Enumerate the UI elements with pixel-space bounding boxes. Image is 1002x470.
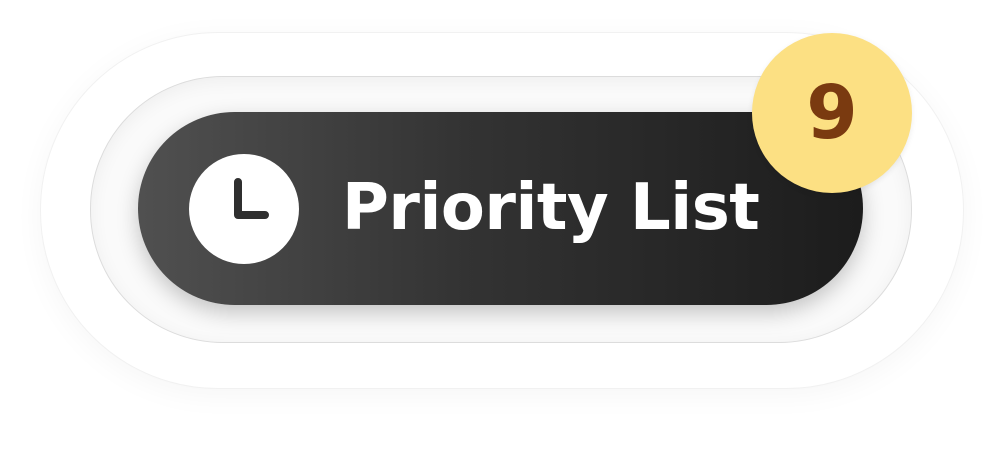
badge-count: 9 [806, 70, 858, 156]
count-badge: 9 [752, 33, 912, 193]
stage: Priority List 9 [0, 0, 1002, 470]
button-label: Priority List [342, 171, 760, 245]
clock-icon [189, 154, 299, 264]
